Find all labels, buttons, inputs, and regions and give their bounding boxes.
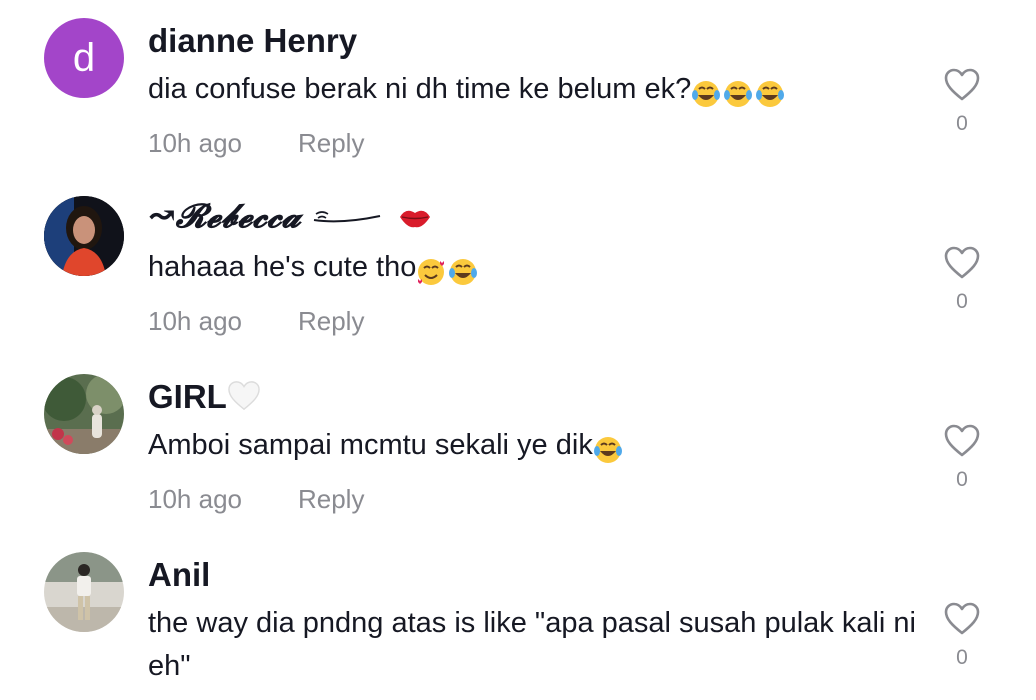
comment-text-body: dia confuse berak ni dh time ke belum ek… bbox=[148, 73, 692, 105]
comment-timestamp: 10h ago bbox=[148, 306, 242, 336]
reply-button[interactable]: Reply bbox=[298, 128, 364, 158]
kiss-lips-icon bbox=[399, 210, 430, 228]
reply-button[interactable]: Reply bbox=[298, 484, 364, 514]
like-button[interactable]: 0 bbox=[942, 602, 982, 670]
heart-icon bbox=[944, 68, 980, 101]
comment-timestamp: 10h ago bbox=[148, 484, 242, 514]
comment-text: Amboi sampai mcmtu sekali ye dik bbox=[148, 424, 918, 471]
comment-username[interactable]: dianne Henry bbox=[148, 22, 357, 60]
avatar[interactable] bbox=[44, 196, 124, 276]
avatar-photo bbox=[44, 552, 124, 632]
like-button[interactable]: 0 bbox=[942, 424, 982, 492]
swoosh-icon bbox=[314, 211, 381, 223]
like-button[interactable]: 0 bbox=[942, 246, 982, 314]
reply-button[interactable]: Reply bbox=[298, 306, 364, 336]
comment-meta: 10h ago Reply bbox=[148, 128, 364, 159]
avatar[interactable] bbox=[44, 552, 124, 632]
heart-icon bbox=[944, 602, 980, 635]
comment-text-body: hahaaa he's cute tho bbox=[148, 251, 417, 283]
like-button[interactable]: 0 bbox=[942, 68, 982, 136]
comment-username[interactable]: Anil bbox=[148, 556, 210, 594]
like-count: 0 bbox=[956, 112, 968, 135]
comment-text: the way dia pndng atas is like "apa pasa… bbox=[148, 607, 916, 682]
avatar[interactable]: d bbox=[44, 18, 124, 98]
avatar-photo bbox=[44, 196, 124, 276]
like-count: 0 bbox=[956, 290, 968, 313]
comment-text-body: Amboi sampai mcmtu sekali ye dik bbox=[148, 429, 593, 461]
comment-text: dia confuse berak ni dh time ke belum ek… bbox=[148, 68, 918, 115]
laughing-emoji-icon bbox=[691, 72, 787, 115]
laughing-emoji-icon bbox=[593, 428, 625, 471]
username-text: ↝𝓡𝓮𝓫𝓮𝓬𝓬𝓪 bbox=[148, 196, 301, 235]
smiling-hearts-and-laughing-emoji-icon bbox=[416, 250, 480, 293]
comment-text: hahaaa he's cute tho bbox=[148, 246, 918, 293]
heart-icon bbox=[944, 424, 980, 457]
like-count: 0 bbox=[956, 468, 968, 491]
avatar-photo bbox=[44, 374, 124, 454]
heart-icon bbox=[944, 246, 980, 279]
username-text: GIRL bbox=[148, 378, 227, 415]
white-heart-icon bbox=[228, 381, 260, 411]
avatar[interactable] bbox=[44, 374, 124, 454]
like-count: 0 bbox=[956, 646, 968, 669]
comment-username[interactable]: GIRL bbox=[148, 378, 261, 416]
comment-timestamp: 10h ago bbox=[148, 128, 242, 158]
comment-username[interactable]: ↝𝓡𝓮𝓫𝓮𝓬𝓬𝓪 bbox=[148, 196, 432, 236]
comment-meta: 10h ago Reply bbox=[148, 484, 364, 515]
comment-meta: 10h ago Reply bbox=[148, 306, 364, 337]
